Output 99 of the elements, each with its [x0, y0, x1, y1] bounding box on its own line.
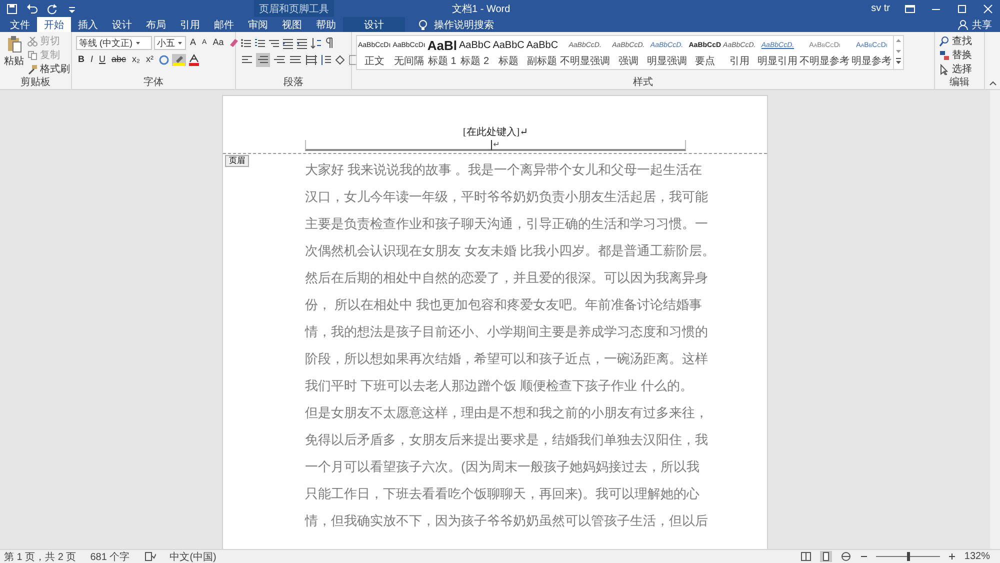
body-text-line: 只能工作日，下班去看看吃个饭聊聊天，再回来)。我可以理解她的心: [305, 485, 700, 503]
subscript-button[interactable]: x₂: [130, 53, 142, 66]
body-text-line: 情，我的想法是孩子目前还小、小学期间主要是养成学习态度和习惯的: [305, 323, 708, 341]
ribbon-tab[interactable]: 开始: [37, 17, 71, 32]
increase-indent-icon[interactable]: [296, 36, 308, 48]
ribbon-tab[interactable]: 布局: [139, 17, 173, 32]
lightbulb-icon[interactable]: [417, 18, 429, 30]
group-label: 段落: [282, 77, 304, 89]
align-icon[interactable]: [256, 52, 270, 66]
style-gallery-item[interactable]: AaBbC 标题 2: [458, 36, 492, 69]
maximize-icon[interactable]: [956, 2, 968, 14]
underline-button[interactable]: U: [97, 53, 108, 66]
dropdown-arrow-icon[interactable]: [134, 40, 140, 46]
ribbon-tab[interactable]: 帮助: [309, 17, 343, 32]
ribbon-command[interactable]: 格式刷: [40, 63, 70, 76]
header-text[interactable]: [在此处键入]↵: [462, 126, 528, 140]
ribbon-tab[interactable]: 插入: [71, 17, 105, 32]
redo-icon[interactable]: [46, 2, 58, 14]
group-label: 剪贴板: [20, 77, 52, 89]
share-button[interactable]: 共享: [972, 18, 992, 32]
change-case-button[interactable]: Aa: [210, 36, 226, 49]
body-text-line: 份， 所以在相处中 我也更加包容和疼爱女友吧。年前准备讨论结婚事: [305, 296, 702, 314]
font-name-dropdown[interactable]: 等线 (中文正): [76, 36, 152, 50]
text-effects-icon[interactable]: [158, 54, 170, 66]
close-icon[interactable]: [982, 2, 994, 14]
search-icon[interactable]: [939, 36, 950, 47]
ribbon-tab[interactable]: 引用: [173, 17, 207, 32]
align-icon[interactable]: [304, 52, 318, 66]
read-mode-icon[interactable]: [800, 551, 812, 562]
proofing-icon[interactable]: [144, 551, 156, 562]
scissors-icon[interactable]: [27, 36, 38, 47]
body-text-line: 阶段，所以想如果再次结婚，希望可以和孩子近点，一碗汤距离。这样: [305, 350, 708, 368]
style-gallery-item[interactable]: AaBl 标题 1: [426, 36, 458, 69]
paintbrush-icon[interactable]: [27, 64, 38, 75]
font-color-icon[interactable]: [188, 54, 200, 66]
style-gallery-item[interactable]: AaBbC 副标题: [525, 36, 560, 69]
language-indicator[interactable]: 中文(中国): [170, 550, 216, 563]
header-tag: 页眉: [225, 155, 249, 167]
copy-icon[interactable]: [27, 50, 38, 61]
ribbon-command[interactable]: 选择: [952, 63, 972, 76]
collapse-ribbon-icon[interactable]: [989, 80, 997, 86]
style-gallery-item[interactable]: AaBbC 标题: [492, 36, 526, 69]
tell-me-search-field[interactable]: 操作说明搜索: [434, 18, 494, 32]
ribbon-command[interactable]: 替换: [952, 49, 972, 62]
clipboard-icon: [6, 35, 22, 53]
replace-icon[interactable]: [939, 50, 950, 61]
print-layout-icon[interactable]: [820, 551, 832, 562]
decrease-indent-icon[interactable]: [282, 36, 294, 48]
grow-font-button[interactable]: A: [188, 36, 198, 49]
zoom-in-icon[interactable]: [948, 552, 956, 561]
font-size-dropdown[interactable]: 小五: [154, 36, 186, 50]
body-text-line: 我们平时 下班可以去老人那边蹭个饭 顺便检查下孩子作业 什么的。: [305, 377, 693, 395]
strikethrough-button[interactable]: abc: [110, 53, 128, 66]
gallery-more-icon[interactable]: [894, 56, 903, 66]
save-icon[interactable]: [6, 2, 18, 14]
shading-icon[interactable]: [334, 54, 346, 66]
group-label: 字体: [142, 77, 164, 89]
eraser-icon[interactable]: [228, 36, 240, 48]
body-text-line: 大家好 我来说说我的故事 。我是一个离异带个女儿和父母一起生活在: [305, 161, 702, 179]
ribbon-tab[interactable]: 设计: [105, 17, 139, 32]
numbered-list-icon[interactable]: [254, 36, 266, 48]
ribbon-tab[interactable]: 审阅: [241, 17, 275, 32]
ribbon-tab[interactable]: 文件: [3, 17, 37, 32]
paragraph-mark: ↵: [491, 140, 500, 150]
superscript-button[interactable]: x²: [144, 53, 156, 66]
user-name[interactable]: sv tr: [871, 3, 890, 14]
bold-button[interactable]: B: [76, 53, 86, 66]
undo-icon[interactable]: [26, 2, 38, 14]
zoom-slider-thumb[interactable]: [907, 552, 910, 561]
line-spacing-icon[interactable]: [320, 54, 332, 66]
person-icon[interactable]: [957, 18, 969, 30]
body-text-line: 次偶然机会认识现在女朋友 女友未婚 比我小四岁。都是普通工薪阶层。: [305, 242, 716, 260]
context-tab-group-label: 页眉和页脚工具: [254, 0, 334, 17]
group-label: 样式: [632, 77, 654, 89]
highlighter-icon[interactable]: [172, 54, 186, 66]
dropdown-arrow-icon[interactable]: [177, 40, 183, 46]
ribbon-command[interactable]: 查找: [952, 35, 972, 48]
bullet-list-icon[interactable]: [240, 36, 252, 48]
body-text-line: 主要是负责检查作业和孩子聊天沟通，引导正确的生活和学习习惯。一: [305, 215, 708, 233]
italic-button[interactable]: I: [88, 53, 96, 66]
ribbon-tab[interactable]: 邮件: [207, 17, 241, 32]
sort-icon[interactable]: [310, 36, 322, 48]
cursor-icon[interactable]: [939, 64, 950, 75]
page-count[interactable]: 第 1 页，共 2 页: [4, 550, 76, 563]
word-count[interactable]: 681 个字: [90, 550, 130, 563]
zoom-level[interactable]: 132%: [964, 551, 996, 562]
ribbon-tab[interactable]: 设计: [343, 17, 405, 32]
web-layout-icon[interactable]: [840, 551, 852, 562]
body-text-line: 然后在后期的相处中自然的恋爱了，并且爱的很深。可以因为我离异身: [305, 269, 708, 287]
ribbon-display-icon[interactable]: [904, 2, 916, 14]
group-label: 编辑: [948, 77, 970, 89]
body-text-line: 一个月可以看望孩子六次。(因为周末一般孩子她妈妈接过去，所以我: [305, 458, 700, 476]
body-text-line: 汉口，女儿今年读一年级，平时爷爷奶奶负责小朋友生活起居，我可能: [305, 188, 708, 206]
ribbon-tab[interactable]: 视图: [275, 17, 309, 32]
body-text-line: 情，但我确实放不下，因为孩子爷爷奶奶虽然可以管孩子生活，但以后: [305, 512, 708, 530]
paste-button[interactable]: 粘贴: [4, 35, 24, 77]
window-title: 文档1 - Word: [452, 2, 510, 16]
body-text-line: 免得以后矛盾多，女朋友后来提出要求是，结婚我们单独去汉阳住，我: [305, 431, 708, 449]
body-text-line: 但是女朋友不太愿意这样，理由是不想和我之前的小朋友有过多来往，: [305, 404, 708, 422]
